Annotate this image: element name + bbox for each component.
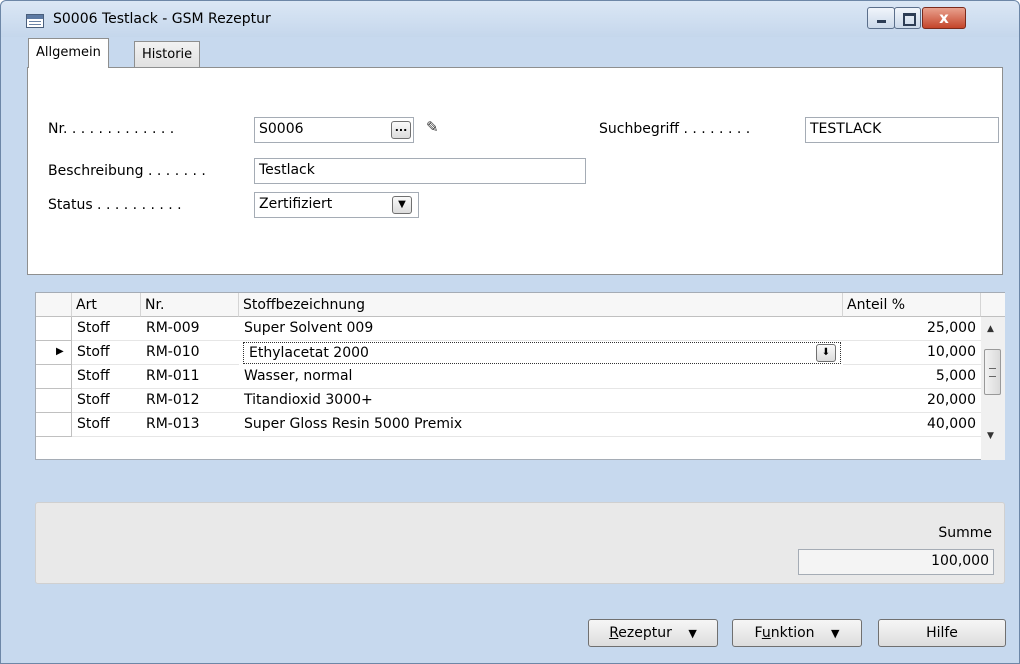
row-stoffbezeichnung[interactable]: Wasser, normal <box>239 365 843 389</box>
pencil-icon[interactable]: ✎ <box>426 118 439 136</box>
rezeptur-menu-button[interactable]: Rezeptur ▼ <box>588 619 718 647</box>
grid-header-corner <box>981 293 1005 317</box>
row-stoffbezeichnung[interactable]: Super Gloss Resin 5000 Premix <box>239 413 843 437</box>
summe-label: Summe <box>938 525 992 541</box>
form-window-icon <box>26 14 44 28</box>
tab-historie[interactable]: Historie <box>134 41 201 68</box>
row-art[interactable]: Stoff <box>72 365 141 389</box>
row-anteil[interactable]: 10,000 <box>843 341 981 365</box>
beschreibung-field[interactable]: Testlack <box>254 158 586 184</box>
row-selector[interactable] <box>36 317 72 341</box>
row-selector[interactable] <box>36 389 72 413</box>
row-art[interactable]: Stoff <box>72 413 141 437</box>
grid-header-stoffbezeichnung[interactable]: Stoffbezeichnung <box>239 293 843 317</box>
row-nr[interactable]: RM-011 <box>141 365 239 389</box>
grid-header-art[interactable]: Art <box>72 293 141 317</box>
hilfe-button[interactable]: Hilfe <box>878 619 1006 647</box>
table-row[interactable]: Stoff RM-012 Titandioxid 3000+ 20,000 <box>36 389 982 413</box>
close-icon: x <box>939 9 949 27</box>
nr-label: Nr. . . . . . . . . . . . . <box>48 121 175 137</box>
status-label: Status . . . . . . . . . . <box>48 197 182 213</box>
lookup-down-icon[interactable]: ⬇ <box>816 344 836 362</box>
dropdown-arrow-icon[interactable]: ▼ <box>392 196 412 214</box>
row-art[interactable]: Stoff <box>72 317 141 341</box>
beschreibung-label: Beschreibung . . . . . . . <box>48 163 206 179</box>
row-art[interactable]: Stoff <box>72 389 141 413</box>
nr-lookup-button[interactable]: ... <box>391 121 411 139</box>
scroll-up-icon[interactable]: ▲ <box>987 324 994 334</box>
row-anteil[interactable]: 25,000 <box>843 317 981 341</box>
row-stoffbezeichnung[interactable]: Titandioxid 3000+ <box>239 389 843 413</box>
funktion-menu-button[interactable]: Funktion ▼ <box>732 619 862 647</box>
grid-header-anteil[interactable]: Anteil % <box>843 293 981 317</box>
row-stoffbezeichnung[interactable]: Super Solvent 009 <box>239 317 843 341</box>
suchbegriff-label: Suchbegriff . . . . . . . . <box>599 121 751 137</box>
suchbegriff-field[interactable]: TESTLACK <box>805 117 999 143</box>
minimize-button[interactable] <box>867 7 895 29</box>
dropdown-arrow-icon: ▼ <box>688 627 697 640</box>
row-nr[interactable]: RM-012 <box>141 389 239 413</box>
scroll-thumb[interactable] <box>984 349 1001 395</box>
row-anteil[interactable]: 5,000 <box>843 365 981 389</box>
table-row[interactable]: Stoff RM-013 Super Gloss Resin 5000 Prem… <box>36 413 982 437</box>
row-nr[interactable]: RM-009 <box>141 317 239 341</box>
table-row[interactable]: Stoff RM-009 Super Solvent 009 25,000 <box>36 317 982 341</box>
row-nr[interactable]: RM-013 <box>141 413 239 437</box>
scroll-down-icon[interactable]: ▼ <box>987 431 994 441</box>
table-row[interactable]: Stoff RM-010 Ethylacetat 2000 ⬇ 10,000 <box>36 341 982 365</box>
tab-allgemein[interactable]: Allgemein <box>28 38 109 68</box>
row-selector[interactable] <box>36 413 72 437</box>
row-nr[interactable]: RM-010 <box>141 341 239 365</box>
window-title: S0006 Testlack - GSM Rezeptur <box>53 11 271 27</box>
summe-field: 100,000 <box>798 549 994 575</box>
grid-header-nr[interactable]: Nr. <box>141 293 239 317</box>
row-selector[interactable] <box>36 365 72 389</box>
title-bar[interactable]: S0006 Testlack - GSM Rezeptur x <box>1 1 1019 37</box>
summary-panel: Summe 100,000 <box>35 502 1005 584</box>
row-anteil[interactable]: 20,000 <box>843 389 981 413</box>
row-anteil[interactable]: 40,000 <box>843 413 981 437</box>
recipe-lines-grid: Art Nr. Stoffbezeichnung Anteil % Stoff … <box>35 292 1005 460</box>
grid-header-selector <box>36 293 72 317</box>
grid-scrollbar[interactable]: ▲ ▼ <box>981 317 1005 460</box>
row-stoffbezeichnung-focused[interactable]: Ethylacetat 2000 <box>243 342 841 364</box>
row-pointer-icon[interactable] <box>36 341 72 365</box>
nr-field[interactable]: S0006 <box>254 117 414 143</box>
maximize-button[interactable] <box>894 7 921 29</box>
gsm-rezeptur-window: S0006 Testlack - GSM Rezeptur x Allgemei… <box>0 0 1020 664</box>
row-art[interactable]: Stoff <box>72 341 141 365</box>
dropdown-arrow-icon: ▼ <box>830 627 840 640</box>
close-button[interactable]: x <box>922 7 966 29</box>
table-row[interactable]: Stoff RM-011 Wasser, normal 5,000 <box>36 365 982 389</box>
